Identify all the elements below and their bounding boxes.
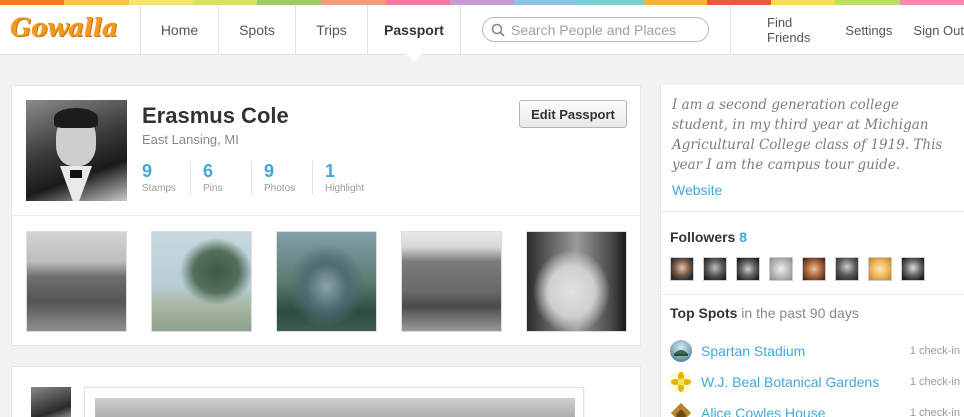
photo-thumbnail[interactable]: [151, 231, 252, 332]
follower-avatar[interactable]: [901, 257, 925, 281]
active-nav-pointer: [406, 54, 422, 62]
followers-label: Followers: [670, 229, 736, 245]
profile-avatar[interactable]: [26, 100, 127, 201]
top-spots-period: in the past 90 days: [741, 305, 859, 321]
stat-pins[interactable]: 6 Pins: [203, 161, 252, 195]
follower-avatar[interactable]: [736, 257, 760, 281]
stat-pins-value: 6: [203, 161, 214, 181]
stat-highlight-value: 1: [325, 161, 336, 181]
sign-out-link[interactable]: Sign Out: [913, 5, 964, 55]
nav-spots[interactable]: Spots: [218, 5, 295, 55]
stat-stamps-label: Stamps: [142, 183, 176, 194]
stat-stamps[interactable]: 9 Stamps: [142, 161, 191, 195]
flower-icon: [670, 370, 692, 393]
profile-sidebar: I am a second generation college student…: [660, 85, 964, 417]
follower-avatar[interactable]: [868, 257, 892, 281]
top-spots-heading: Top Spots in the past 90 days: [670, 305, 859, 321]
house-icon: [670, 402, 692, 417]
gowalla-logo[interactable]: Gowalla: [10, 13, 118, 42]
photo-thumbnail[interactable]: [526, 231, 627, 332]
followers-list: [670, 257, 934, 281]
settings-link[interactable]: Settings: [845, 5, 892, 55]
follower-avatar[interactable]: [835, 257, 859, 281]
profile-location: East Lansing, MI: [142, 132, 239, 147]
spot-checkins: 1 check-in: [909, 344, 960, 357]
stat-stamps-value: 9: [142, 161, 153, 181]
search-icon: [491, 23, 505, 37]
top-header: Gowalla Home Spots Trips Passport Find F…: [0, 5, 964, 62]
nav-trips[interactable]: Trips: [295, 5, 367, 55]
top-spots-list: Spartan Stadium 1 check-in W.J. Beal Bot…: [670, 335, 964, 417]
activity-card: [11, 366, 641, 417]
photo-thumbnail[interactable]: [401, 231, 502, 332]
spot-item[interactable]: Spartan Stadium 1 check-in: [670, 335, 964, 366]
sidebar-divider: [661, 294, 964, 295]
stat-photos-value: 9: [264, 161, 275, 181]
website-link[interactable]: Website: [672, 182, 722, 198]
activity-avatar[interactable]: [31, 387, 71, 417]
spot-item[interactable]: W.J. Beal Botanical Gardens 1 check-in: [670, 366, 964, 397]
follower-avatar[interactable]: [802, 257, 826, 281]
photo-thumbnail[interactable]: [276, 231, 377, 332]
profile-bio: I am a second generation college student…: [672, 97, 943, 173]
followers-count[interactable]: 8: [739, 229, 747, 245]
stadium-icon: [670, 339, 692, 362]
stat-highlight-label: Highlight: [325, 183, 364, 194]
edit-passport-button[interactable]: Edit Passport: [519, 100, 627, 128]
search-box[interactable]: [482, 17, 709, 42]
follower-avatar[interactable]: [769, 257, 793, 281]
follower-avatar[interactable]: [703, 257, 727, 281]
followers-heading: Followers 8: [670, 229, 747, 245]
spot-checkins: 1 check-in: [909, 406, 960, 417]
profile-stats: 9 Stamps 6 Pins 9 Photos 1 Highlight: [142, 161, 397, 195]
find-friends-link[interactable]: Find Friends: [767, 5, 824, 55]
profile-card: Erasmus Cole East Lansing, MI 9 Stamps 6…: [11, 85, 641, 346]
stat-photos-label: Photos: [264, 183, 296, 194]
profile-divider: [12, 215, 640, 216]
spot-name[interactable]: Spartan Stadium: [701, 343, 805, 359]
nav-home[interactable]: Home: [140, 5, 218, 55]
main-nav: Home Spots Trips Passport: [140, 5, 461, 55]
spot-item[interactable]: Alice Cowles House 1 check-in: [670, 397, 964, 417]
photo-thumbnail[interactable]: [26, 231, 127, 332]
top-spots-label: Top Spots: [670, 305, 738, 321]
photo-strip: [26, 231, 651, 332]
sidebar-divider: [661, 211, 964, 212]
profile-name: Erasmus Cole: [142, 103, 289, 128]
nav-passport[interactable]: Passport: [367, 5, 461, 55]
account-nav: Find Friends Settings Sign Out: [730, 5, 964, 55]
follower-avatar[interactable]: [670, 257, 694, 281]
stat-pins-label: Pins: [203, 183, 223, 194]
stat-highlight[interactable]: 1 Highlight: [325, 161, 385, 195]
search-input[interactable]: [511, 21, 701, 38]
spot-name[interactable]: W.J. Beal Botanical Gardens: [701, 374, 879, 390]
spot-name[interactable]: Alice Cowles House: [701, 405, 826, 417]
activity-photo[interactable]: [84, 387, 584, 417]
stat-photos[interactable]: 9 Photos: [264, 161, 313, 195]
spot-checkins: 1 check-in: [909, 375, 960, 388]
